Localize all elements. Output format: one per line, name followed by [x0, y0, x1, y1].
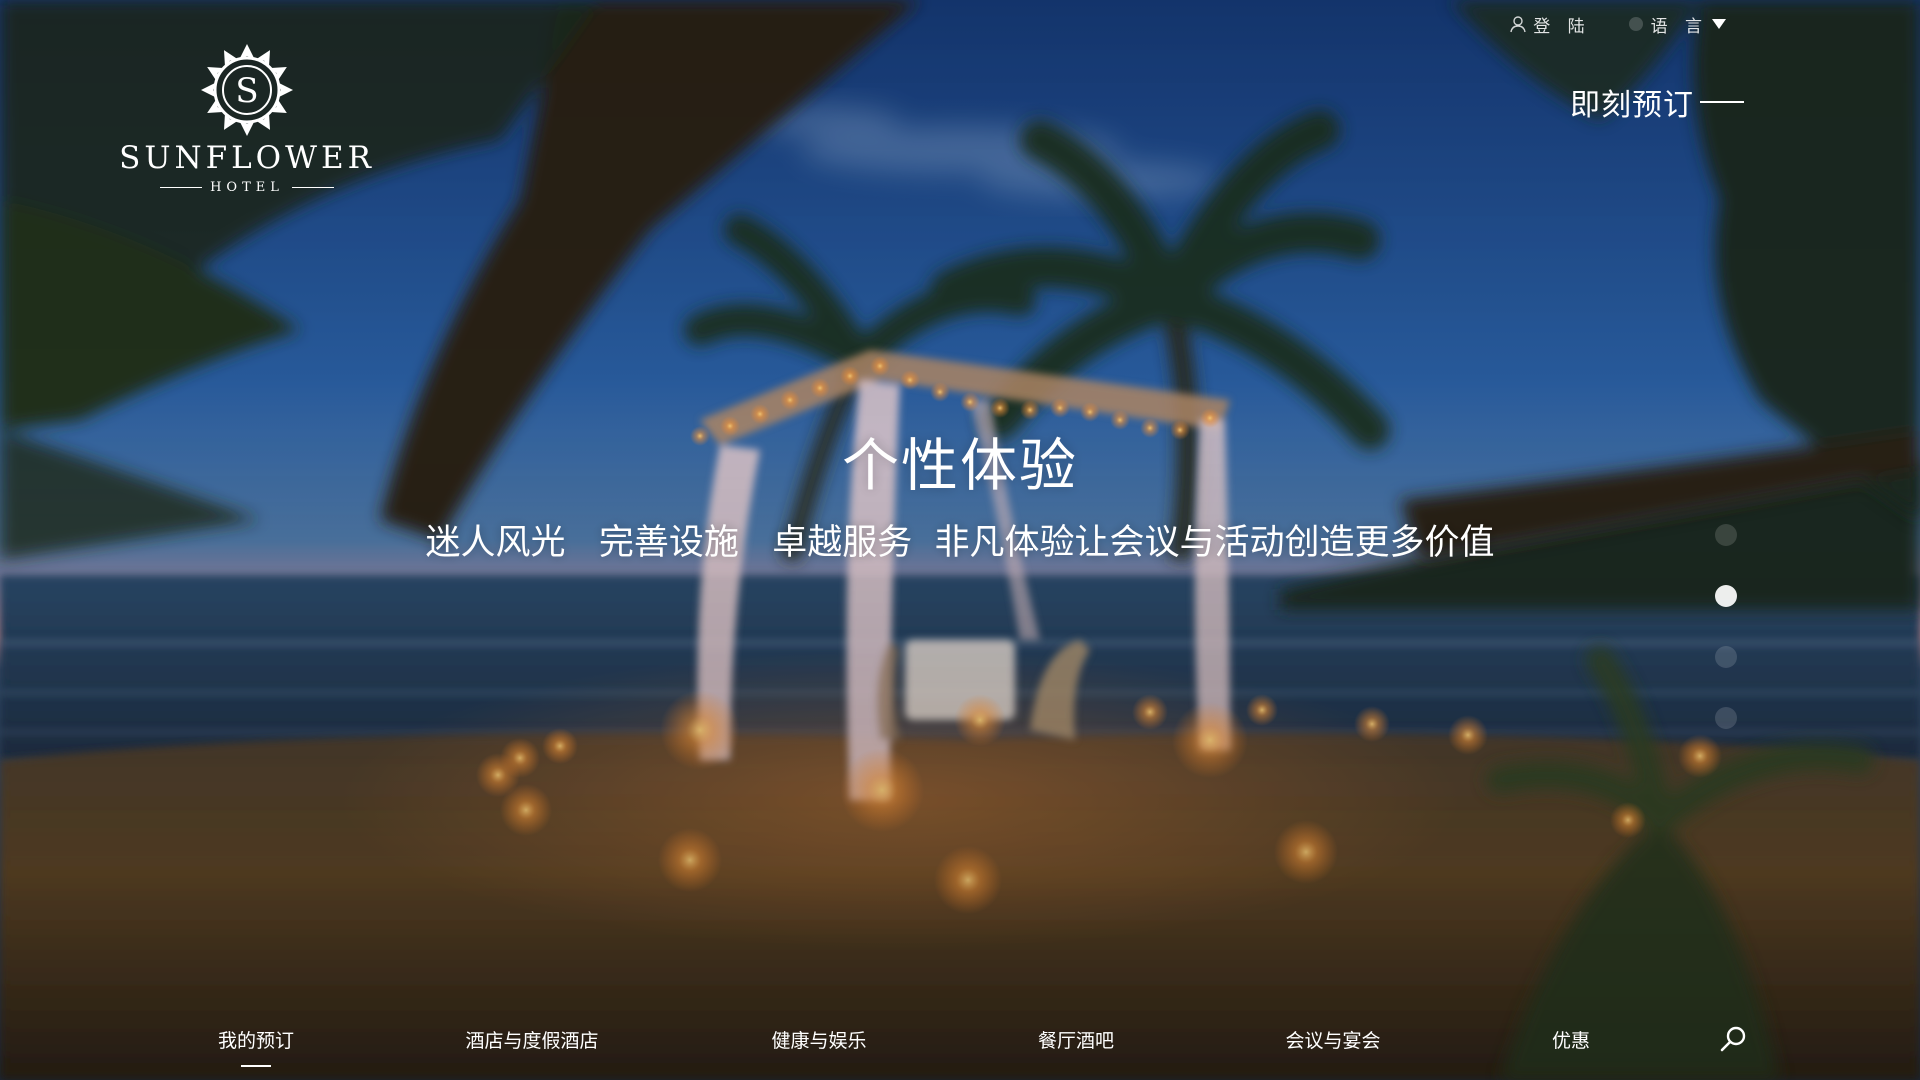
hero-title: 个性体验	[842, 433, 1078, 499]
search-icon	[1720, 1026, 1746, 1052]
logo-name: SUNFLOWER	[119, 140, 375, 176]
slide-dot[interactable]	[1715, 524, 1737, 546]
sunflower-emblem-icon: S	[201, 44, 293, 136]
user-icon	[1510, 16, 1526, 33]
hotel-logo[interactable]: S SUNFLOWER HOTEL	[112, 42, 382, 202]
top-utility-links: 登 陆 语 言	[1509, 12, 1726, 37]
logo-subtitle-text: HOTEL	[210, 180, 284, 195]
login-link[interactable]: 登 陆	[1509, 12, 1590, 37]
book-now-label: 即刻预订	[1570, 88, 1694, 123]
hero-subtitle: 迷人风光 完善设施 卓越服务 非凡体验让会议与活动创造更多价值	[425, 523, 1495, 563]
nav-item-offers[interactable]: 优惠	[1552, 1026, 1590, 1053]
caret-down-icon	[1712, 19, 1726, 29]
logo-subtitle: HOTEL	[112, 180, 382, 195]
slide-dot[interactable]	[1715, 707, 1737, 729]
globe-icon	[1628, 17, 1643, 31]
nav-item-my-bookings[interactable]: 我的预订	[218, 1026, 294, 1053]
nav-item-wellness[interactable]: 健康与娱乐	[771, 1026, 866, 1053]
book-now-line	[1700, 101, 1744, 103]
language-selector[interactable]: 语 言	[1627, 12, 1726, 37]
slider-pagination	[1715, 524, 1739, 768]
language-label: 语 言	[1650, 16, 1708, 37]
login-label: 登 陆	[1533, 16, 1591, 37]
logo-emblem-letter: S	[235, 71, 258, 111]
slide-dot-active[interactable]	[1715, 585, 1737, 607]
main-navigation: 我的预订 酒店与度假酒店 健康与娱乐 餐厅酒吧 会议与宴会 优惠	[0, 1018, 1920, 1058]
nav-item-dining[interactable]: 餐厅酒吧	[1038, 1026, 1114, 1053]
nav-item-meetings[interactable]: 会议与宴会	[1285, 1026, 1380, 1053]
search-button[interactable]	[1718, 1024, 1748, 1054]
book-now-button[interactable]: 即刻预订	[1570, 80, 1744, 124]
slide-dot[interactable]	[1715, 646, 1737, 668]
nav-item-hotels-resorts[interactable]: 酒店与度假酒店	[465, 1026, 598, 1053]
